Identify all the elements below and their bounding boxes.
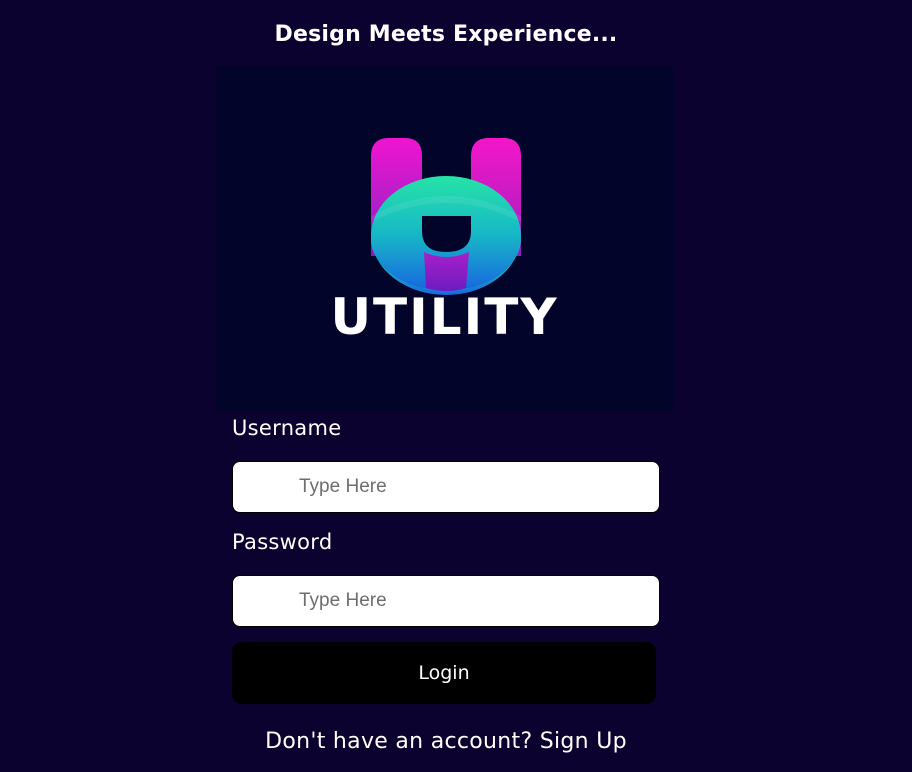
u-letter-logo-icon bbox=[371, 138, 521, 296]
password-input[interactable] bbox=[232, 575, 660, 627]
logo-wordmark: UTILITY bbox=[330, 288, 559, 346]
signup-prompt: Don't have an account? Sign Up bbox=[0, 729, 892, 754]
page-tagline: Design Meets Experience... bbox=[274, 22, 618, 47]
signup-link[interactable]: Sign Up bbox=[540, 729, 627, 754]
login-button[interactable]: Login bbox=[232, 642, 656, 704]
signup-prompt-text: Don't have an account? bbox=[265, 729, 533, 754]
username-label: Username bbox=[232, 416, 342, 440]
logo-panel: UTILITY bbox=[216, 66, 673, 412]
password-label: Password bbox=[232, 530, 333, 554]
username-input[interactable] bbox=[232, 461, 660, 513]
